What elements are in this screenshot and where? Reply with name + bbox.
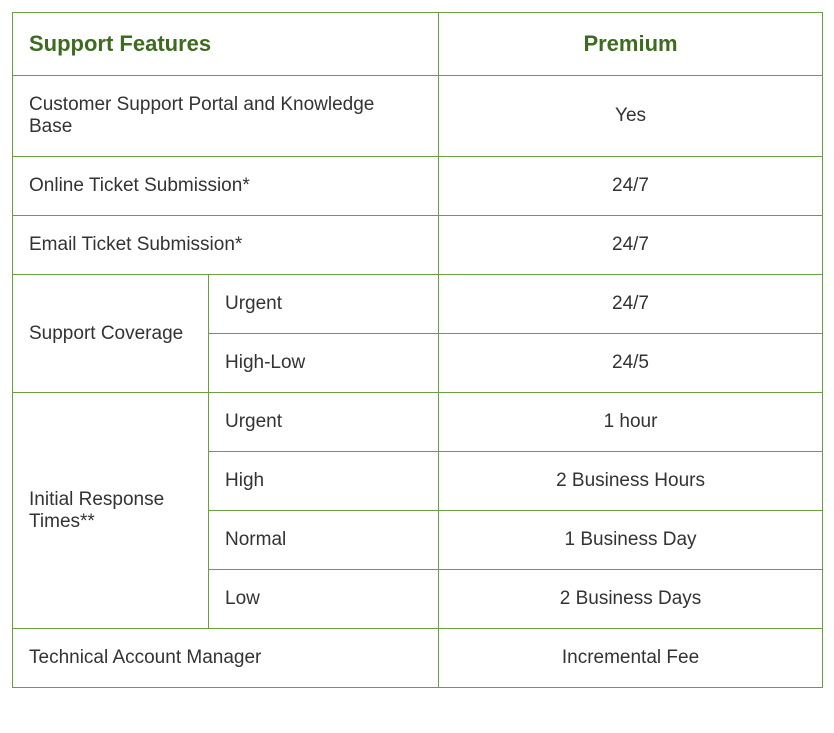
row-portal-label: Customer Support Portal and Knowledge Ba… <box>13 76 439 157</box>
row-response-normal-value: 1 Business Day <box>439 511 823 570</box>
row-email-ticket-label: Email Ticket Submission* <box>13 216 439 275</box>
row-portal-value: Yes <box>439 76 823 157</box>
row-response-high-label: High <box>209 452 439 511</box>
row-online-ticket-value: 24/7 <box>439 157 823 216</box>
row-response-low-label: Low <box>209 570 439 629</box>
row-support-coverage-label: Support Coverage <box>13 275 209 393</box>
table-row: Technical Account Manager Incremental Fe… <box>13 629 823 688</box>
row-email-ticket-value: 24/7 <box>439 216 823 275</box>
header-features: Support Features <box>13 13 439 76</box>
row-support-coverage-highlow-label: High-Low <box>209 334 439 393</box>
row-support-coverage-urgent-value: 24/7 <box>439 275 823 334</box>
row-tam-label: Technical Account Manager <box>13 629 439 688</box>
row-response-urgent-value: 1 hour <box>439 393 823 452</box>
row-tam-value: Incremental Fee <box>439 629 823 688</box>
support-features-table: Support Features Premium Customer Suppor… <box>12 12 823 688</box>
table-row: Online Ticket Submission* 24/7 <box>13 157 823 216</box>
row-support-coverage-urgent-label: Urgent <box>209 275 439 334</box>
row-response-normal-label: Normal <box>209 511 439 570</box>
table-row: Initial Response Times** Urgent 1 hour <box>13 393 823 452</box>
table-row: Email Ticket Submission* 24/7 <box>13 216 823 275</box>
table-row: Customer Support Portal and Knowledge Ba… <box>13 76 823 157</box>
row-support-coverage-highlow-value: 24/5 <box>439 334 823 393</box>
row-response-urgent-label: Urgent <box>209 393 439 452</box>
row-response-times-label: Initial Response Times** <box>13 393 209 629</box>
table-header-row: Support Features Premium <box>13 13 823 76</box>
row-online-ticket-label: Online Ticket Submission* <box>13 157 439 216</box>
row-response-low-value: 2 Business Days <box>439 570 823 629</box>
table-row: Support Coverage Urgent 24/7 <box>13 275 823 334</box>
header-premium: Premium <box>439 13 823 76</box>
row-response-high-value: 2 Business Hours <box>439 452 823 511</box>
